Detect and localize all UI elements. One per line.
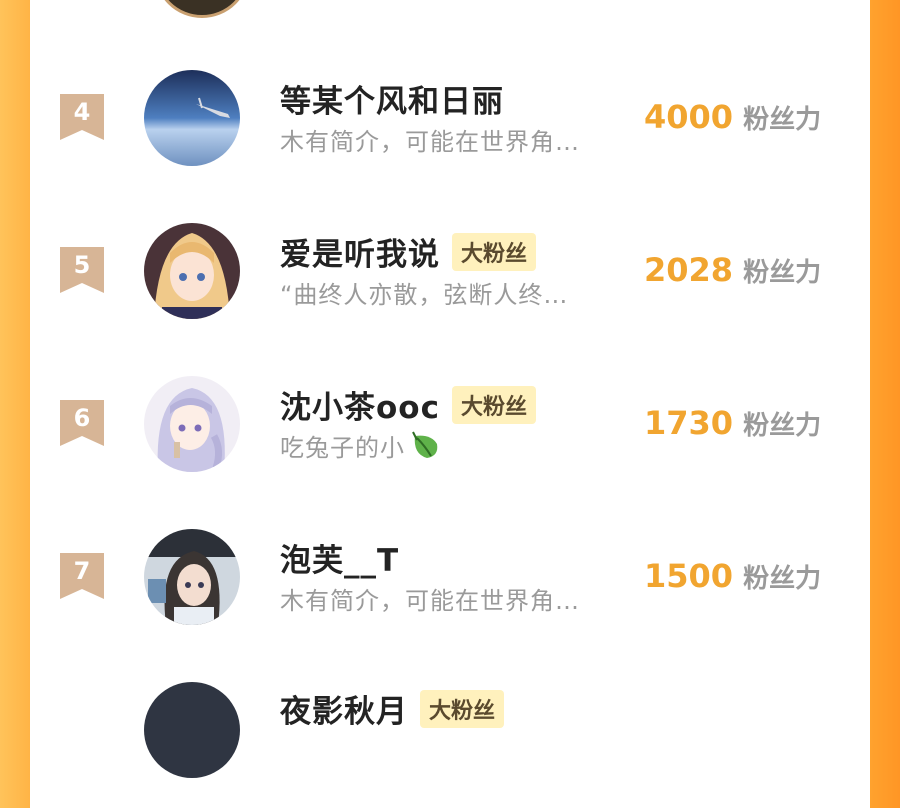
airplane-sky-avatar[interactable] (144, 70, 240, 166)
rank-number: 6 (73, 404, 91, 432)
leaderboard-row[interactable]: 5 爱是听我说 大粉丝 “曲终人亦散，弦断人终… 2028 粉丝力 (30, 219, 870, 349)
fan-power-value: 4000 (644, 98, 734, 136)
fan-power-unit: 粉丝力 (743, 105, 822, 135)
fan-power-value: 1730 (644, 404, 734, 442)
leaderboard-row[interactable]: 6 沈小茶ooc 大粉丝 吃兔子的小 1730 粉丝力 (30, 372, 870, 502)
user-bio: 吃兔子的小 (280, 428, 441, 463)
rank-badge: 6 (60, 400, 104, 446)
bio-text: “曲终人亦散，弦断人终… (280, 281, 569, 309)
fan-power: 2028 粉丝力 (644, 251, 821, 289)
avatar-partial-top[interactable] (154, 0, 250, 18)
user-name[interactable]: 沈小茶ooc (280, 382, 440, 427)
user-bio: 木有简介，可能在世界角… (280, 122, 580, 157)
fan-power-unit: 粉丝力 (743, 411, 822, 441)
fan-power: 1730 粉丝力 (644, 404, 821, 442)
avatar[interactable] (144, 682, 240, 778)
rank-badge: 5 (60, 247, 104, 293)
user-name[interactable]: 等某个风和日丽 (280, 76, 504, 121)
fan-power-unit: 粉丝力 (743, 564, 822, 594)
bio-text: 木有简介，可能在世界角… (280, 587, 580, 615)
anime-girl-silver-hair-avatar[interactable] (144, 376, 240, 472)
leaderboard-card: 4 等某个风和日丽 木有简介，可能在世界角… 4000 粉丝力 5 爱是听我说 … (30, 0, 870, 778)
rank-number: 5 (73, 251, 91, 279)
leaderboard-row[interactable]: 4 等某个风和日丽 木有简介，可能在世界角… 4000 粉丝力 (30, 66, 870, 196)
fan-power: 1500 粉丝力 (644, 557, 821, 595)
fan-badge: 大粉丝 (452, 232, 537, 271)
anime-girl-blonde-avatar[interactable] (144, 223, 240, 319)
rank-number: 4 (73, 98, 91, 126)
bio-text: 吃兔子的小 (280, 434, 405, 462)
user-name[interactable]: 夜影秋月 (280, 686, 408, 731)
fan-power-value: 1500 (644, 557, 734, 595)
fan-power-value: 2028 (644, 251, 734, 289)
leaderboard-row[interactable]: 夜影秋月 大粉丝 (30, 678, 870, 808)
bio-text: 木有简介，可能在世界角… (280, 128, 580, 156)
fan-badge: 大粉丝 (451, 385, 536, 424)
rank-badge: 4 (60, 94, 104, 140)
leaderboard-row[interactable]: 7 泡芙__T 木有简介，可能在世界角… 1500 粉丝力 (30, 525, 870, 655)
user-name[interactable]: 泡芙__T (280, 535, 399, 580)
user-bio: 木有简介，可能在世界角… (280, 581, 580, 616)
anime-girl-dark-hair-avatar[interactable] (144, 529, 240, 625)
fan-power: 4000 粉丝力 (644, 98, 821, 136)
rank-badge: 7 (60, 553, 104, 599)
user-name[interactable]: 爱是听我说 (280, 229, 440, 274)
fan-power-unit: 粉丝力 (743, 258, 822, 288)
rank-number: 7 (73, 557, 91, 585)
user-bio: “曲终人亦散，弦断人终… (280, 275, 568, 310)
fan-badge: 大粉丝 (420, 689, 505, 728)
leaf-icon (412, 431, 438, 458)
